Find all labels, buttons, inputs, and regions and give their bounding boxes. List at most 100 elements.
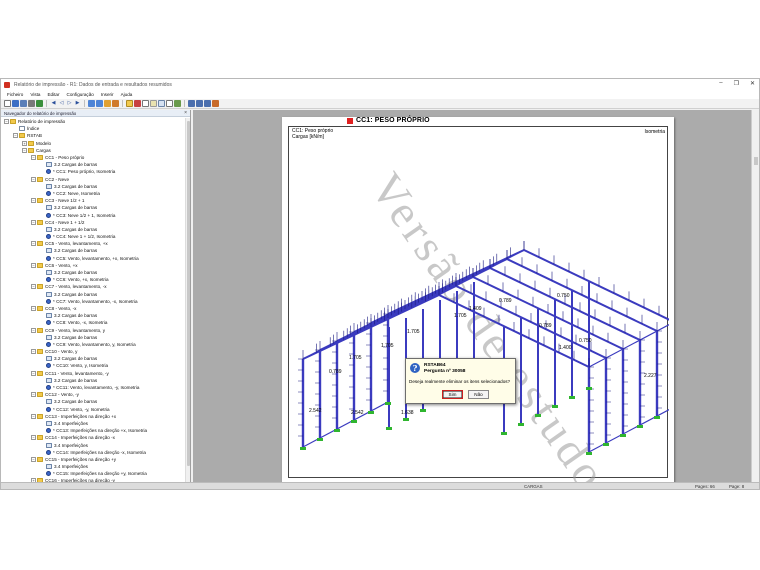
tree-item[interactable]: 3.4 Imperfeições xyxy=(1,463,185,470)
tree-item[interactable]: 3.2 Cargas de barras xyxy=(1,226,185,233)
tree-item[interactable]: 3.2 Cargas de barras xyxy=(1,247,185,254)
tree-item[interactable]: * CC2: Neve, Isometria xyxy=(1,190,185,197)
tree-item[interactable]: 3.4 Imperfeições xyxy=(1,420,185,427)
tree-item[interactable]: − CC1 - Peso próprio xyxy=(1,154,185,161)
collapse-icon[interactable]: − xyxy=(31,327,36,333)
tree-item[interactable]: − CC11 - Vento, levantamento, -y xyxy=(1,370,185,377)
tree-item[interactable]: − CC10 - Vento, y xyxy=(1,348,185,355)
collapse-icon[interactable]: − xyxy=(22,147,27,153)
tree-item[interactable]: 3.2 Cargas de barras xyxy=(1,183,185,190)
table-icon[interactable] xyxy=(158,100,165,107)
tree-item[interactable]: 3.2 Cargas de barras xyxy=(1,204,185,211)
tree-item[interactable]: + Modelo xyxy=(1,140,185,147)
collapse-icon[interactable]: − xyxy=(13,133,18,139)
yes-button[interactable]: Sim xyxy=(442,390,463,399)
tree-item[interactable]: − Cargas xyxy=(1,147,185,154)
tree-item[interactable]: * CC1: Peso próprio, Isometria xyxy=(1,168,185,175)
tree-item[interactable]: − Relatório de impressão xyxy=(1,118,185,125)
header-icon[interactable] xyxy=(150,100,157,107)
tree-item[interactable]: − CC5 - Vento, levantamento, +x xyxy=(1,240,185,247)
collapse-icon[interactable]: − xyxy=(31,198,36,204)
help-icon[interactable] xyxy=(212,100,219,107)
tree-item[interactable]: − CC7 - Vento, levantamento, -x xyxy=(1,283,185,290)
tree-item[interactable]: 3.4 Imperfeições xyxy=(1,441,185,448)
options-icon[interactable] xyxy=(204,100,211,107)
collapse-icon[interactable]: − xyxy=(4,119,9,125)
navigator-scrollbar[interactable] xyxy=(185,118,190,482)
tree-item[interactable]: 3.2 Cargas de barras xyxy=(1,377,185,384)
collapse-icon[interactable]: − xyxy=(31,456,36,462)
tree-item[interactable]: 3.2 Cargas de barras xyxy=(1,312,185,319)
collapse-icon[interactable]: − xyxy=(31,370,36,376)
tree-item[interactable]: − CC6 - Vento, +x xyxy=(1,262,185,269)
tree-item[interactable]: 3.2 Cargas de barras xyxy=(1,334,185,341)
tree-item[interactable]: − CC9 - Vento, levantamento, y xyxy=(1,326,185,333)
last-page-icon[interactable]: ▶ xyxy=(74,100,81,107)
tree-item[interactable]: * CC11: Vento, levantamento, -y, Isometr… xyxy=(1,384,185,391)
previous-page-icon[interactable]: ◁ xyxy=(58,100,65,107)
page-setup-icon[interactable] xyxy=(142,100,149,107)
navigator-scroll-thumb[interactable] xyxy=(187,121,190,466)
tree-item[interactable]: * CC12: Vento, -y, Isometria xyxy=(1,406,185,413)
collapse-icon[interactable]: − xyxy=(31,435,36,441)
next-page-icon[interactable]: ▷ xyxy=(66,100,73,107)
tree-item[interactable]: − CC12 - Vento, -y xyxy=(1,391,185,398)
tree-item[interactable]: 3.2 Cargas de barras xyxy=(1,355,185,362)
collapse-icon[interactable]: − xyxy=(31,392,36,398)
collapse-icon[interactable]: − xyxy=(31,176,36,182)
export-icon[interactable] xyxy=(36,100,43,107)
tree-item[interactable]: − CC4 - Neve 1 + 1/2 xyxy=(1,219,185,226)
navigator-close-icon[interactable]: × xyxy=(184,110,187,116)
tree-item[interactable]: − CC14 - Imperfeições na direção -x xyxy=(1,434,185,441)
first-page-icon[interactable]: ◀ xyxy=(50,100,57,107)
tree-item[interactable]: * CC4: Neve 1 + 1/2, Isometria xyxy=(1,233,185,240)
menu-configuracao[interactable]: Configuração xyxy=(67,92,94,97)
tree-item[interactable]: * CC9: Vento, levantamento, y, Isometria xyxy=(1,341,185,348)
preview-scroll-thumb[interactable] xyxy=(754,157,758,165)
delete-icon[interactable] xyxy=(134,100,141,107)
zoom-out-icon[interactable] xyxy=(96,100,103,107)
menu-editar[interactable]: Editar xyxy=(47,92,59,97)
menu-inserir[interactable]: Inserir xyxy=(101,92,114,97)
collapse-icon[interactable]: − xyxy=(31,305,36,311)
collapse-icon[interactable]: − xyxy=(31,413,36,419)
tree-item[interactable]: * CC8: Vento, -x, Isometria xyxy=(1,319,185,326)
print-icon[interactable] xyxy=(20,100,27,107)
tree-item[interactable]: − RSTAB xyxy=(1,132,185,139)
collapse-icon[interactable]: − xyxy=(31,155,36,161)
folder-icon[interactable] xyxy=(126,100,133,107)
text-block-icon[interactable] xyxy=(166,100,173,107)
close-icon[interactable]: ✕ xyxy=(750,80,755,87)
tree-item[interactable]: − CC2 - Neve xyxy=(1,176,185,183)
tree-item[interactable]: * CC13: Imperfeições na direção +x, Isom… xyxy=(1,427,185,434)
graphic-icon[interactable] xyxy=(174,100,181,107)
tree-item[interactable]: 3.2 Cargas de barras xyxy=(1,269,185,276)
tree-item[interactable]: * CC6: Vento, +x, Isometria xyxy=(1,276,185,283)
print-preview-icon[interactable] xyxy=(28,100,35,107)
no-button[interactable]: Não xyxy=(468,390,489,399)
collapse-icon[interactable]: − xyxy=(31,262,36,268)
tree-item[interactable]: 3.2 Cargas de barras xyxy=(1,291,185,298)
expand-icon[interactable]: + xyxy=(22,140,27,146)
preview-scrollbar[interactable] xyxy=(751,110,759,483)
minimize-icon[interactable]: – xyxy=(719,80,722,87)
tree-item[interactable]: * CC14: Imperfeições na direção -x, Isom… xyxy=(1,449,185,456)
menu-vista[interactable]: Vista xyxy=(30,92,40,97)
menu-ajuda[interactable]: Ajuda xyxy=(121,92,133,97)
menu-ficheiro[interactable]: Ficheiro xyxy=(7,92,23,97)
new-report-icon[interactable] xyxy=(4,100,11,107)
tree-item[interactable]: * CC15: Imperfeições na direção +y, Isom… xyxy=(1,470,185,477)
tree-item[interactable]: * CC7: Vento, levantamento, -x, Isometri… xyxy=(1,298,185,305)
tree-item[interactable]: − CC15 - Imperfeições na direção +y xyxy=(1,456,185,463)
tree-item[interactable]: 3.2 Cargas de barras xyxy=(1,398,185,405)
collapse-icon[interactable]: − xyxy=(31,219,36,225)
tree-item[interactable]: * CC3: Neve 1/2 + 1, Isometria xyxy=(1,211,185,218)
tree-item[interactable]: * CC10: Vento, y, Isometria xyxy=(1,362,185,369)
zoom-page-icon[interactable] xyxy=(104,100,111,107)
tree-item[interactable]: − CC8 - Vento, -x xyxy=(1,305,185,312)
tree-item[interactable]: Índice xyxy=(1,125,185,132)
language-icon[interactable] xyxy=(196,100,203,107)
tree-item[interactable]: * CC5: Vento, levantamento, +x, Isometri… xyxy=(1,255,185,262)
tree-item[interactable]: − CC13 - Imperfeições na direção +x xyxy=(1,413,185,420)
zoom-in-icon[interactable] xyxy=(88,100,95,107)
